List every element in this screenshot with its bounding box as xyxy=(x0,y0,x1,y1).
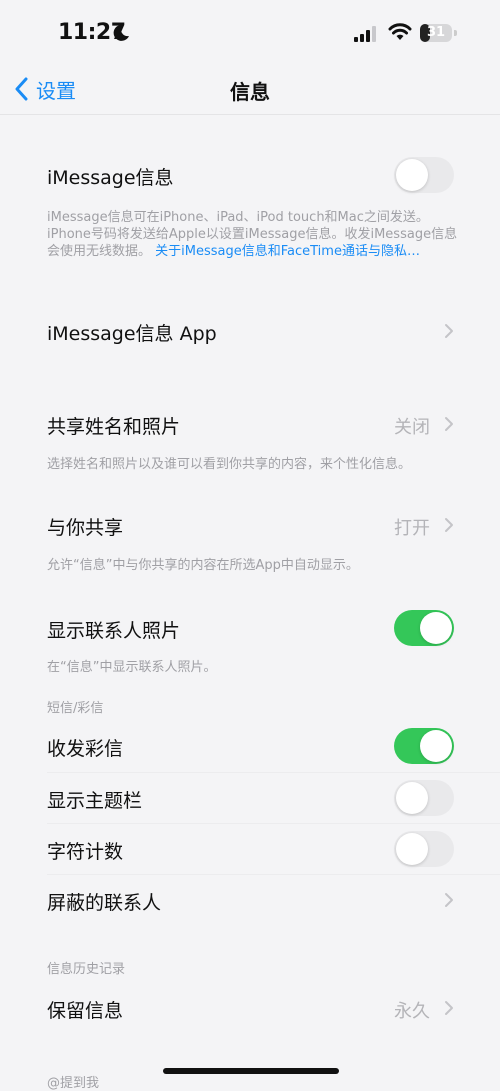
toggle-knob xyxy=(420,730,452,762)
toggle-knob xyxy=(396,159,428,191)
subject-field-label: 显示主题栏 xyxy=(47,790,143,812)
mentions-header: @提到我 xyxy=(47,1076,100,1091)
mms-toggle[interactable] xyxy=(394,728,454,764)
imessage-label: iMessage信息 xyxy=(47,167,174,189)
share-name-photo-footer: 选择姓名和照片以及谁可以看到你共享的内容，来个性化信息。 xyxy=(47,457,412,472)
imessage-apps-row[interactable]: iMessage信息 App xyxy=(0,305,500,357)
toggle-knob xyxy=(420,612,452,644)
contact-photos-label: 显示联系人照片 xyxy=(47,620,181,642)
battery-icon: 31 xyxy=(420,24,452,42)
chevron-right-icon xyxy=(445,893,453,907)
wifi-icon xyxy=(388,23,412,40)
character-count-label: 字符计数 xyxy=(47,841,124,863)
chevron-right-icon xyxy=(445,1001,453,1015)
share-name-photo-label: 共享姓名和照片 xyxy=(47,416,181,438)
imessage-footer: iMessage信息可在iPhone、iPad、iPod touch和Mac之间… xyxy=(47,209,462,260)
mms-row[interactable]: 收发彩信 xyxy=(0,720,500,772)
imessage-privacy-link[interactable]: 关于iMessage信息和FaceTime通话与隐私… xyxy=(155,244,420,259)
toggle-knob xyxy=(396,782,428,814)
character-count-row[interactable]: 字符计数 xyxy=(0,824,500,874)
navigation-bar: 设置 信息 xyxy=(0,66,500,114)
moon-icon xyxy=(113,24,129,41)
subject-field-toggle[interactable] xyxy=(394,780,454,816)
home-indicator xyxy=(163,1068,339,1074)
character-count-toggle[interactable] xyxy=(394,831,454,867)
imessage-apps-label: iMessage信息 App xyxy=(47,323,217,345)
mms-label: 收发彩信 xyxy=(47,738,124,760)
shared-with-you-footer: 允许“信息”中与你共享的内容在所选App中自动显示。 xyxy=(47,558,359,573)
message-history-header: 信息历史记录 xyxy=(47,962,126,977)
blocked-contacts-label: 屏蔽的联系人 xyxy=(47,892,162,914)
contact-photos-footer: 在“信息”中显示联系人照片。 xyxy=(47,660,217,675)
keep-messages-row[interactable]: 保留信息 永久 xyxy=(0,982,500,1034)
cellular-signal-icon xyxy=(354,26,376,42)
chevron-right-icon xyxy=(445,324,453,338)
share-name-photo-value: 关闭 xyxy=(394,417,430,438)
keep-messages-label: 保留信息 xyxy=(47,1000,124,1022)
page-title: 信息 xyxy=(230,80,270,104)
chevron-right-icon xyxy=(445,518,453,532)
nav-divider xyxy=(0,114,500,115)
shared-with-you-value: 打开 xyxy=(394,518,430,539)
battery-cap xyxy=(454,30,457,36)
subject-field-row[interactable]: 显示主题栏 xyxy=(0,773,500,823)
chevron-right-icon xyxy=(445,417,453,431)
status-bar: 11:27 31 xyxy=(0,0,500,66)
imessage-row[interactable]: iMessage信息 xyxy=(0,150,500,200)
shared-with-you-row[interactable]: 与你共享 打开 xyxy=(0,499,500,551)
contact-photos-row[interactable]: 显示联系人照片 xyxy=(0,602,500,654)
share-name-photo-row[interactable]: 共享姓名和照片 关闭 xyxy=(0,398,500,450)
shared-with-you-label: 与你共享 xyxy=(47,517,124,539)
battery-percentage: 31 xyxy=(426,25,446,40)
sms-mms-header: 短信/彩信 xyxy=(47,701,104,716)
keep-messages-value: 永久 xyxy=(394,1001,430,1022)
imessage-toggle[interactable] xyxy=(394,157,454,193)
blocked-contacts-row[interactable]: 屏蔽的联系人 xyxy=(0,875,500,925)
contact-photos-toggle[interactable] xyxy=(394,610,454,646)
toggle-knob xyxy=(396,833,428,865)
